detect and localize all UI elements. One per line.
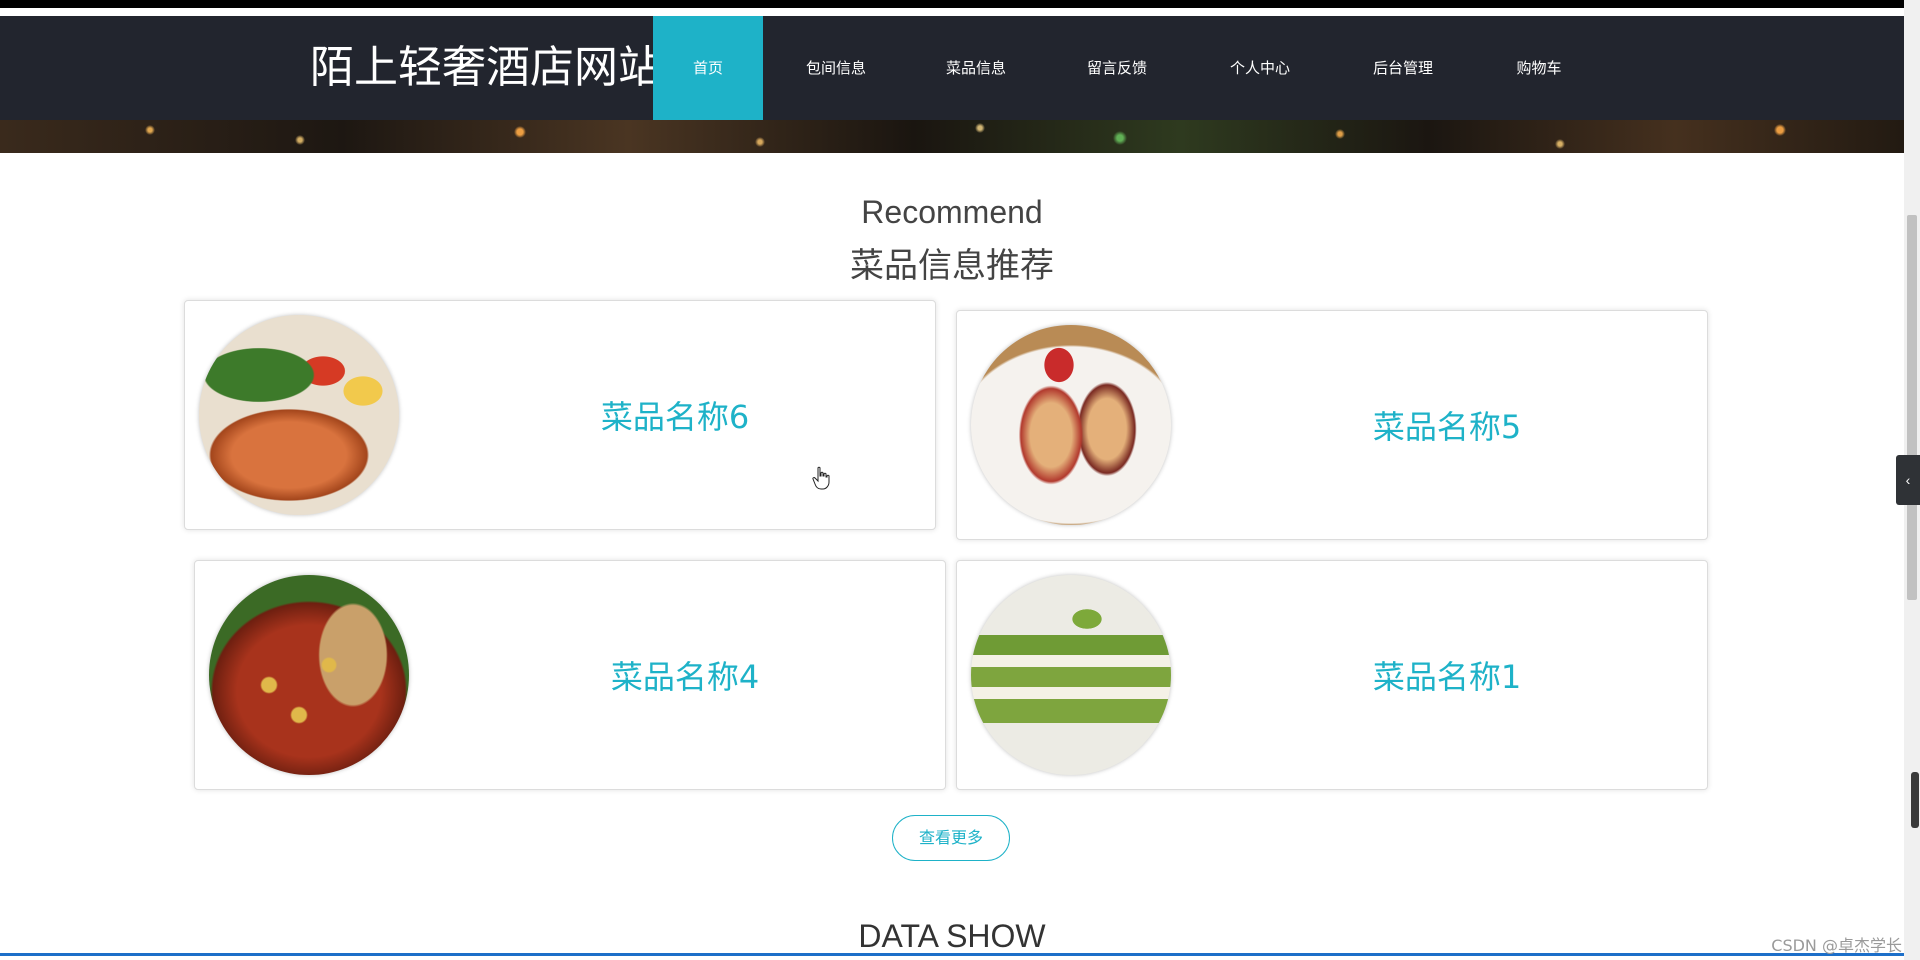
dish-card[interactable]: 菜品名称4 [194, 560, 946, 790]
dish-name[interactable]: 菜品名称5 [1187, 311, 1707, 539]
nav-item-cart[interactable]: 购物车 [1486, 16, 1592, 120]
dish-image[interactable] [209, 575, 409, 775]
dish-name[interactable]: 菜品名称4 [425, 561, 945, 789]
nav-item-admin[interactable]: 后台管理 [1344, 16, 1462, 120]
navbar: 陌上轻奢酒店网站 首页 包间信息 菜品信息 留言反馈 个人中心 后台管理 购物车 [0, 16, 1904, 120]
watermark: CSDN @卓杰学长 [1771, 936, 1902, 955]
nav-item-dishes[interactable]: 菜品信息 [918, 16, 1034, 120]
dish-image[interactable] [971, 575, 1171, 775]
dish-image[interactable] [199, 315, 399, 515]
section-heading-en: Recommend [861, 194, 1043, 230]
chevron-left-icon: ‹ [1905, 472, 1911, 488]
hand-cursor-icon [812, 466, 830, 490]
dish-card[interactable]: 菜品名称1 [956, 560, 1708, 790]
nav-item-home[interactable]: 首页 [653, 16, 763, 120]
dish-card[interactable]: 菜品名称5 [956, 310, 1708, 540]
dish-image[interactable] [971, 325, 1171, 525]
nav-item-rooms[interactable]: 包间信息 [776, 16, 896, 120]
view-more-button[interactable]: 查看更多 [892, 815, 1010, 861]
scrollbar-thumb[interactable] [1907, 215, 1917, 600]
nav-item-profile[interactable]: 个人中心 [1200, 16, 1320, 120]
bottom-progress-line [0, 953, 1904, 956]
side-panel-toggle[interactable]: ‹ [1896, 455, 1920, 505]
city-night-banner [0, 120, 1904, 153]
side-indicator [1911, 772, 1919, 828]
dish-name[interactable]: 菜品名称1 [1187, 561, 1707, 789]
section-heading-cn: 菜品信息推荐 [850, 246, 1054, 286]
site-title[interactable]: 陌上轻奢酒店网站 [310, 40, 662, 96]
top-strip [0, 0, 1920, 8]
dish-card[interactable]: 菜品名称6 [184, 300, 936, 530]
dish-name[interactable]: 菜品名称6 [415, 301, 935, 529]
nav-item-feedback[interactable]: 留言反馈 [1058, 16, 1176, 120]
data-show-heading: DATA SHOW [858, 918, 1046, 954]
